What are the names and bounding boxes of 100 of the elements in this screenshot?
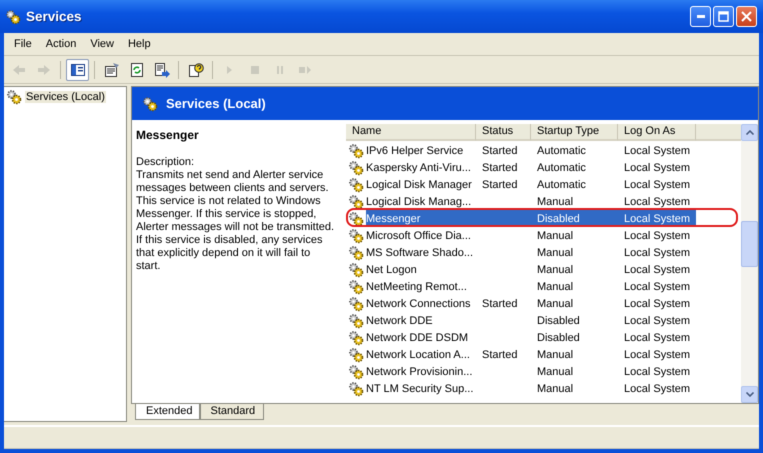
table-cell[interactable]: IPv6 Helper Service bbox=[366, 144, 464, 156]
table-cell: Manual bbox=[537, 382, 574, 394]
gears-icon bbox=[348, 330, 364, 346]
gears-icon bbox=[348, 262, 364, 278]
table-cell: Automatic bbox=[537, 178, 586, 190]
table-cell: Started bbox=[482, 144, 518, 156]
minimize-button[interactable] bbox=[690, 6, 711, 27]
table-cell: Started bbox=[482, 298, 518, 310]
scroll-down-button[interactable] bbox=[741, 386, 758, 403]
tab[interactable]: Standard bbox=[199, 404, 264, 420]
panel-title: Services (Local) bbox=[166, 96, 266, 111]
scroll-up-button[interactable] bbox=[741, 124, 758, 141]
column-header[interactable]: Log On As bbox=[618, 124, 696, 141]
table-cell: Local System bbox=[624, 144, 690, 156]
table-cell: Local System bbox=[624, 264, 690, 276]
table-cell: Local System bbox=[624, 162, 690, 174]
table-cell: Started bbox=[482, 162, 518, 174]
table-cell: Local System bbox=[624, 212, 690, 224]
table-cell[interactable]: Network Location A... bbox=[366, 348, 470, 360]
column-header[interactable]: Status bbox=[476, 124, 531, 141]
description-text: Description: Transmits net send and Alerter service messages between clients and servers. This service is not related to Windows Messenger. If this service is stopped, Alerter messages will not be transmitted. If this service is disabled, any services that explicitly depend on it will fail to start. bbox=[136, 156, 336, 273]
scrollbar[interactable] bbox=[741, 124, 758, 403]
gears-icon bbox=[348, 228, 364, 244]
table-cell: Automatic bbox=[537, 144, 586, 156]
gears-icon bbox=[348, 194, 364, 210]
chevron-up-icon bbox=[746, 130, 754, 135]
menu-item[interactable]: Help bbox=[120, 38, 158, 50]
maximize-icon bbox=[718, 11, 729, 22]
gears-icon bbox=[348, 244, 364, 260]
gears-icon bbox=[348, 296, 364, 312]
gears-icon bbox=[348, 312, 364, 328]
table-cell: Local System bbox=[624, 366, 690, 378]
table-cell: Disabled bbox=[537, 212, 580, 224]
help-icon bbox=[188, 62, 204, 78]
export-list-icon bbox=[154, 62, 170, 78]
table-cell: Manual bbox=[537, 246, 574, 258]
close-icon bbox=[741, 11, 752, 22]
tree-label: Services (Local) bbox=[25, 91, 106, 103]
gears-icon bbox=[348, 278, 364, 294]
play-icon bbox=[226, 64, 233, 74]
table-cell: Manual bbox=[537, 366, 574, 378]
table-cell: Manual bbox=[537, 298, 574, 310]
table-cell: Started bbox=[482, 348, 518, 360]
menu-item[interactable]: Action bbox=[38, 38, 84, 50]
table-cell[interactable]: Logical Disk Manag... bbox=[366, 196, 472, 208]
table-cell: Local System bbox=[624, 196, 690, 208]
table-cell[interactable]: Microsoft Office Dia... bbox=[366, 230, 471, 242]
table-cell: Manual bbox=[537, 196, 574, 208]
tree-toggle-button[interactable] bbox=[66, 58, 89, 80]
table-cell[interactable]: NetMeeting Remot... bbox=[366, 280, 467, 292]
menu-item[interactable]: File bbox=[7, 38, 39, 50]
table-cell[interactable]: Logical Disk Manager bbox=[366, 178, 472, 190]
table-cell: Local System bbox=[624, 314, 690, 326]
table-cell: Manual bbox=[537, 264, 574, 276]
gears-icon bbox=[348, 380, 364, 396]
table-cell: Manual bbox=[537, 280, 574, 292]
table-cell: Disabled bbox=[537, 314, 580, 326]
window-title: Services bbox=[26, 9, 82, 24]
table-cell[interactable]: Net Logon bbox=[366, 264, 417, 276]
gears-icon bbox=[348, 142, 364, 158]
table-cell: Local System bbox=[624, 230, 690, 242]
table-cell: Local System bbox=[624, 348, 690, 360]
column-header[interactable]: Name bbox=[346, 124, 476, 141]
close-button[interactable] bbox=[736, 6, 757, 27]
table-cell[interactable]: Network Connections bbox=[366, 298, 471, 310]
properties-icon bbox=[104, 62, 120, 78]
table-cell: Started bbox=[482, 178, 518, 190]
gears-icon bbox=[348, 160, 364, 176]
table-cell: Local System bbox=[624, 332, 690, 344]
scroll-thumb[interactable] bbox=[741, 221, 758, 267]
table-cell[interactable]: NT LM Security Sup... bbox=[366, 382, 474, 394]
gears-icon bbox=[142, 96, 158, 112]
table-cell[interactable]: Network Provisionin... bbox=[366, 366, 472, 378]
service-name: Messenger bbox=[136, 128, 200, 142]
refresh-icon bbox=[128, 62, 144, 78]
table-cell: Local System bbox=[624, 178, 690, 190]
table-cell[interactable]: Network DDE bbox=[366, 314, 433, 326]
gears-icon bbox=[348, 346, 364, 362]
gears-icon bbox=[348, 210, 364, 226]
menu-item[interactable]: View bbox=[83, 38, 121, 50]
table-cell[interactable]: Network DDE DSDM bbox=[366, 332, 468, 344]
table-cell[interactable]: MS Software Shado... bbox=[366, 246, 473, 258]
gears-icon bbox=[348, 176, 364, 192]
table-cell: Disabled bbox=[537, 332, 580, 344]
tree-item[interactable]: Services (Local) bbox=[4, 88, 126, 106]
panel-toggle-icon bbox=[70, 62, 86, 78]
table-cell: Local System bbox=[624, 280, 690, 292]
table-cell: Local System bbox=[624, 298, 690, 310]
column-header bbox=[696, 124, 741, 141]
table-cell[interactable]: Kaspersky Anti-Viru... bbox=[366, 162, 471, 174]
table-cell: Manual bbox=[537, 348, 574, 360]
minimize-icon bbox=[696, 15, 704, 18]
gears-icon bbox=[348, 364, 364, 380]
gears-icon bbox=[5, 8, 21, 24]
table-cell: Local System bbox=[624, 246, 690, 258]
table-cell: Automatic bbox=[537, 162, 586, 174]
maximize-button[interactable] bbox=[713, 6, 734, 27]
tab[interactable]: Extended bbox=[135, 404, 202, 420]
table-cell: Local System bbox=[624, 382, 690, 394]
column-header[interactable]: Startup Type bbox=[531, 124, 618, 141]
